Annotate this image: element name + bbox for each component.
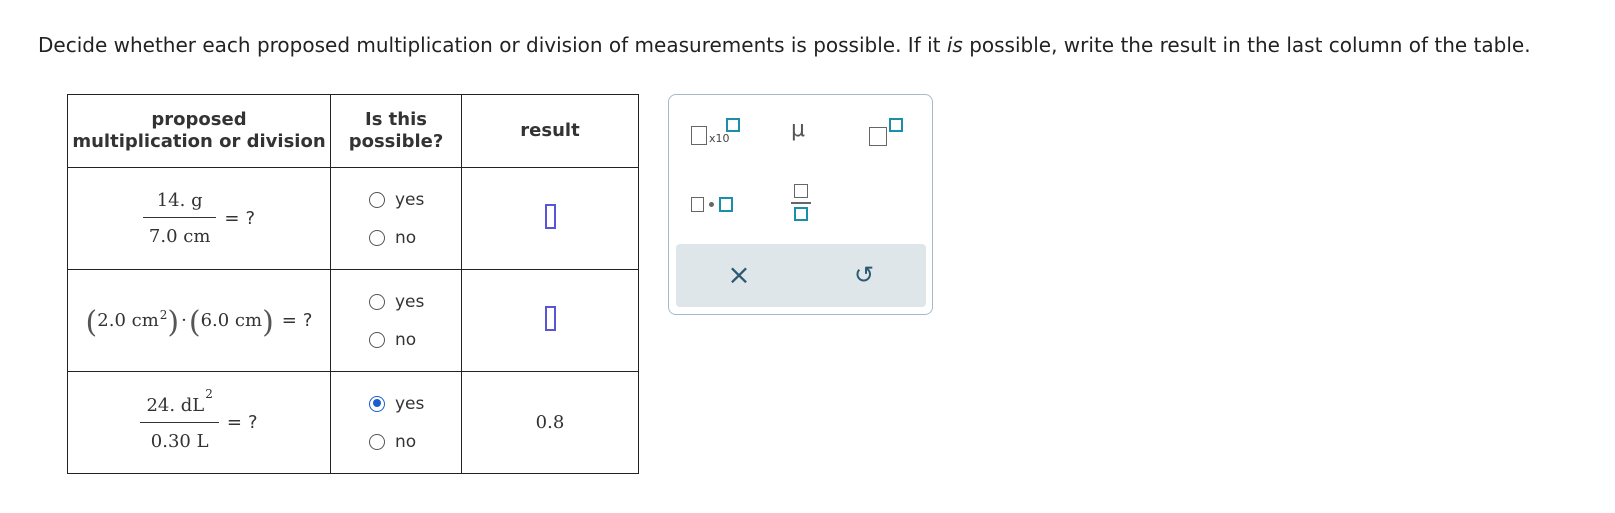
- expression-cell: 24. dL2 0.30 L =?: [67, 371, 331, 474]
- close-icon: ×: [727, 258, 751, 291]
- radio-yes[interactable]: yes: [369, 190, 424, 210]
- radio-no[interactable]: no: [369, 330, 416, 350]
- fraction: 24. dL2 0.30 L: [140, 387, 219, 452]
- table-header-row: proposed multiplication or division Is t…: [67, 94, 639, 168]
- micro-symbol-button[interactable]: μ: [785, 113, 815, 149]
- clear-button[interactable]: ×: [724, 260, 754, 290]
- result-cell[interactable]: 0.8: [461, 371, 639, 474]
- times-ten-power-button[interactable]: x10: [689, 115, 745, 151]
- radio-circle[interactable]: [369, 293, 385, 310]
- possible-cell: yes no: [330, 371, 462, 474]
- radio-yes[interactable]: yes: [369, 394, 424, 414]
- superscript-button[interactable]: [867, 115, 907, 151]
- denominator: 0.30 L: [150, 431, 209, 452]
- product-expression: ( 2.0 cm 2 ) · ( 6.0 cm ) =?: [85, 304, 313, 340]
- equals-question: =?: [281, 310, 313, 331]
- numerator-box-icon: [794, 184, 808, 198]
- header-result: result: [461, 94, 639, 168]
- radio-circle[interactable]: [369, 331, 385, 348]
- answer-input-box[interactable]: [544, 204, 556, 229]
- radio-yes[interactable]: yes: [369, 292, 424, 312]
- fraction: 14. g 7.0 cm: [142, 190, 217, 247]
- result-cell[interactable]: [461, 269, 639, 372]
- result-value[interactable]: 0.8: [536, 412, 565, 433]
- possible-cell: yes no: [330, 269, 462, 372]
- table-row: ( 2.0 cm 2 ) · ( 6.0 cm ) =? yes no: [67, 269, 639, 372]
- numerator: 24. dL2: [146, 387, 213, 416]
- base-box-icon: [691, 126, 707, 145]
- radio-circle[interactable]: [369, 433, 385, 450]
- answer-input-box[interactable]: [544, 306, 556, 331]
- header-possible: Is this possible?: [330, 94, 462, 168]
- base-box-icon: [869, 127, 887, 146]
- x10-label: x10: [709, 132, 730, 145]
- multiply-dot-button[interactable]: [687, 191, 743, 219]
- right-box-icon: [719, 197, 733, 212]
- dot-icon: [709, 202, 714, 207]
- exponent-box-icon: [889, 118, 903, 132]
- radio-no[interactable]: no: [369, 228, 416, 248]
- radio-no[interactable]: no: [369, 432, 416, 452]
- math-palette: x10 μ × ↺: [668, 94, 933, 315]
- equals-question: =?: [226, 412, 258, 433]
- palette-footer: × ↺: [676, 244, 926, 307]
- radio-circle[interactable]: [369, 191, 385, 208]
- expression-cell: ( 2.0 cm 2 ) · ( 6.0 cm ) =?: [67, 269, 331, 372]
- fraction-button[interactable]: [787, 181, 817, 225]
- expression-cell: 14. g 7.0 cm =?: [67, 167, 331, 270]
- radio-circle-selected[interactable]: [369, 395, 385, 412]
- numerator: 14. g: [156, 190, 203, 211]
- mu-icon: μ: [791, 117, 805, 142]
- denominator-box-icon: [794, 207, 808, 221]
- measurement-table: proposed multiplication or division Is t…: [67, 94, 639, 474]
- undo-button[interactable]: ↺: [849, 260, 879, 290]
- undo-icon: ↺: [853, 261, 875, 289]
- exponent-box-icon: [726, 118, 740, 132]
- result-cell[interactable]: [461, 167, 639, 270]
- header-proposed: proposed multiplication or division: [67, 94, 331, 168]
- left-box-icon: [691, 197, 704, 212]
- possible-cell: yes no: [330, 167, 462, 270]
- equals-question: =?: [224, 208, 256, 229]
- table-row: 14. g 7.0 cm =? yes no: [67, 167, 639, 270]
- instructions-text: Decide whether each proposed multiplicat…: [38, 33, 1531, 57]
- denominator: 7.0 cm: [148, 226, 211, 247]
- table-row: 24. dL2 0.30 L =? yes no 0.8: [67, 371, 639, 474]
- radio-circle[interactable]: [369, 229, 385, 246]
